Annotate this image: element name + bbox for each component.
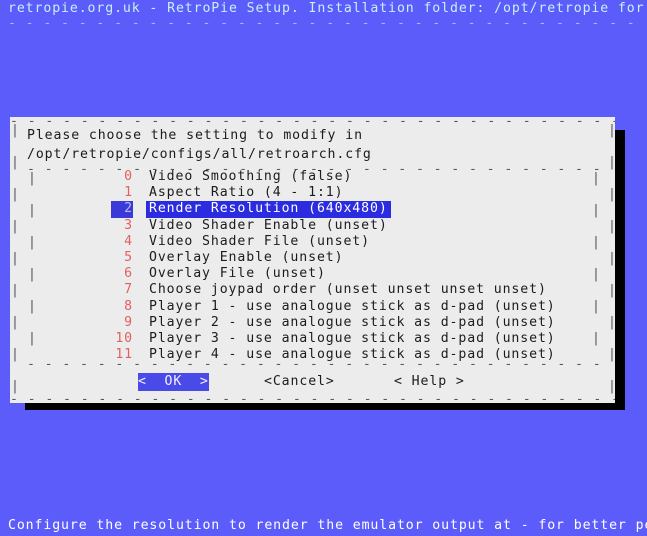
- status-bar: Configure the resolution to render the e…: [0, 515, 647, 536]
- help-button-label: < Help >: [394, 374, 465, 389]
- dialog-prompt-line-2: /opt/retropie/configs/all/retroarch.cfg: [27, 147, 372, 162]
- terminal-title-separator: - - - - - - - - - - - - - - - - - - - - …: [8, 17, 636, 30]
- menu-item-9[interactable]: 9 Player 2 - use analogue stick as d-pad …: [111, 315, 581, 331]
- menu-item-label: Player 2 - use analogue stick as d-pad (…: [149, 314, 556, 330]
- menu-item-label: Video Shader File (unset): [149, 233, 370, 249]
- menu-item-4[interactable]: 4 Video Shader File (unset): [111, 234, 581, 250]
- border-left: | | | | | | | | |: [11, 123, 19, 394]
- menu-item-2[interactable]: 2 Render Resolution (640x480): [111, 201, 581, 218]
- menu-item-label: Aspect Ratio (4 - 1:1): [149, 185, 344, 201]
- status-bar-text: Configure the resolution to render the e…: [8, 518, 647, 533]
- menu-item-tag: 8: [124, 298, 133, 314]
- menu-item-label: Overlay File (unset): [149, 266, 326, 282]
- border-right: | | | | | | | | |: [608, 123, 616, 394]
- menu-item-tag: 3: [124, 217, 133, 233]
- ok-button[interactable]: < OK >: [138, 373, 209, 391]
- dialog-prompt: Please choose the setting to modify in/o…: [27, 126, 372, 164]
- menu-item-label: Player 4 - use analogue stick as d-pad (…: [149, 347, 556, 363]
- menu-item-11[interactable]: 11 Player 4 - use analogue stick as d-pad…: [111, 347, 581, 363]
- menu-item-0[interactable]: 0 Video Smoothing (false): [111, 169, 581, 185]
- settings-dialog: - - - - - - - - - - - - - - - - - - - - …: [10, 117, 616, 405]
- menu-item-tag: 4: [124, 233, 133, 249]
- menu-item-tag: 0: [124, 169, 133, 184]
- menu-item-label: Overlay Enable (unset): [149, 249, 344, 265]
- menu-item-tag: 1: [124, 185, 133, 201]
- help-button[interactable]: < Help >: [394, 373, 465, 391]
- menu-item-tag: 9: [124, 314, 133, 330]
- border-right: | | | | | |: [592, 171, 600, 346]
- menu-item-tag: 7: [124, 282, 133, 298]
- menu-item-3[interactable]: 3 Video Shader Enable (unset): [111, 218, 581, 234]
- menu-item-label: Video Smoothing (false): [149, 169, 353, 184]
- menu-item-10[interactable]: 10 Player 3 - use analogue stick as d-pad…: [111, 331, 581, 347]
- menu-item-7[interactable]: 7 Choose joypad order (unset unset unset …: [111, 282, 581, 298]
- dialog-prompt-line-1: Please choose the setting to modify in: [27, 128, 363, 143]
- menu-item-label: Render Resolution (640x480): [146, 201, 391, 218]
- settings-menu[interactable]: 0 Video Smoothing (false) 1 Aspect Ratio (4…: [111, 169, 581, 363]
- menu-item-tag: 11: [115, 347, 133, 363]
- menu-item-6[interactable]: 6 Overlay File (unset): [111, 266, 581, 282]
- ok-button-label: < OK >: [138, 374, 209, 389]
- menu-item-label: Choose joypad order (unset unset unset u…: [149, 282, 547, 298]
- border-left: | | | | | |: [28, 171, 36, 346]
- settings-list-box[interactable]: - - - - - - - - - - - - - - - - - - - - …: [27, 165, 600, 370]
- terminal-title: retropie.org.uk - RetroPie Setup. Instal…: [8, 1, 647, 16]
- menu-item-tag: 6: [124, 266, 133, 282]
- menu-item-tag: 10: [115, 330, 133, 346]
- cancel-button[interactable]: <Cancel>: [264, 373, 335, 391]
- menu-item-tag: 5: [124, 249, 133, 265]
- menu-item-label: Video Shader Enable (unset): [149, 217, 388, 233]
- cancel-button-label: <Cancel>: [264, 374, 335, 389]
- menu-item-5[interactable]: 5 Overlay Enable (unset): [111, 250, 581, 266]
- menu-item-label: Player 3 - use analogue stick as d-pad (…: [149, 330, 556, 346]
- menu-item-tag: 2: [111, 201, 133, 218]
- menu-item-8[interactable]: 8 Player 1 - use analogue stick as d-pad …: [111, 299, 581, 315]
- menu-item-label: Player 1 - use analogue stick as d-pad (…: [149, 298, 556, 314]
- dialog-button-row: < OK > <Cancel> < Help >: [10, 373, 615, 393]
- terminal-title-bar: retropie.org.uk - RetroPie Setup. Instal…: [0, 0, 647, 30]
- menu-item-1[interactable]: 1 Aspect Ratio (4 - 1:1): [111, 185, 581, 201]
